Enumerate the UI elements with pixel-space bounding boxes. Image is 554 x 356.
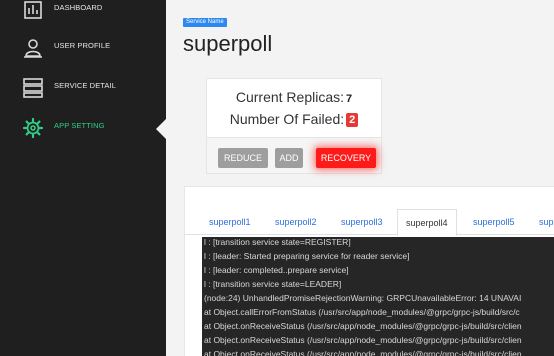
log-line: l : [leader: completed..prepare service] [204,265,349,275]
tab-superpoll2[interactable]: superpoll2 [275,209,317,235]
failed-count-label: Number Of Failed: [229,111,345,127]
log-line: (node:24) UnhandledPromiseRejectionWarni… [204,293,522,303]
gear-icon [22,117,44,139]
log-line: at Object.onReceiveStatus (/usr/src/app/… [204,349,522,356]
tab-superpoll6[interactable]: sup [539,209,554,235]
page-title: superpoll [183,31,273,56]
replica-stats: Current Replicas: 7 Number Of Failed: 2 [207,79,381,137]
current-replicas-row: Current Replicas: 7 [207,89,381,105]
log-line: at Object.callErrorFromStatus (/usr/src/… [204,307,520,317]
app-root: DASHBOARD USER PROFILE SERVICE DETAIL AP… [0,0,554,356]
reduce-button[interactable]: REDUCE [218,148,268,168]
dashboard-icon [24,1,42,19]
sidebar-item-label: USER PROFILE [54,41,111,50]
tab-superpoll1[interactable]: superpoll1 [209,209,251,235]
log-line: l : [transition service state=LEADER] [204,279,342,289]
sidebar-item-service-detail[interactable]: SERVICE DETAIL [0,68,166,108]
sidebar-item-label: SERVICE DETAIL [54,81,116,90]
user-icon [24,39,42,58]
tab-superpoll5[interactable]: superpoll5 [473,209,515,235]
tab-superpoll4[interactable]: superpoll4 [397,209,457,236]
current-replicas-value: 7 [346,93,353,105]
sidebar-item-label: DASHBOARD [54,3,103,12]
failed-count-badge: 2 [346,113,359,127]
log-line: l : [transition service state=REGISTER] [204,237,351,247]
recovery-button[interactable]: RECOVERY [316,148,376,168]
sidebar-item-dashboard[interactable]: DASHBOARD [0,0,166,30]
sidebar-item-label: APP SETTING [54,121,105,130]
active-indicator-caret [156,118,167,140]
log-line: l : [leader: Started preparing service f… [204,251,410,261]
current-replicas-label: Current Replicas: [235,89,345,105]
log-line: at Object.onReceiveStatus (/usr/src/app/… [204,321,522,331]
log-console[interactable]: l : [transition service state=REGISTER] … [202,237,554,356]
log-panel: superpoll1 superpoll2 superpoll3 superpo… [184,186,554,356]
list-icon [23,78,43,98]
service-name-badge: Service Name [183,18,227,27]
sidebar-item-user-profile[interactable]: USER PROFILE [0,28,166,68]
sidebar-item-app-setting[interactable]: APP SETTING [0,108,166,148]
add-button[interactable]: ADD [275,148,303,168]
log-line: at Object.onReceiveStatus (/usr/src/app/… [204,335,522,345]
sidebar: DASHBOARD USER PROFILE SERVICE DETAIL AP… [0,0,167,356]
replica-actions: REDUCE ADD RECOVERY [207,137,381,173]
tab-superpoll3[interactable]: superpoll3 [341,209,383,235]
replica-card: Current Replicas: 7 Number Of Failed: 2 RE… [206,78,382,174]
replica-tabs: superpoll1 superpoll2 superpoll3 superpo… [185,209,554,236]
failed-count-row: Number Of Failed: 2 [207,111,381,127]
